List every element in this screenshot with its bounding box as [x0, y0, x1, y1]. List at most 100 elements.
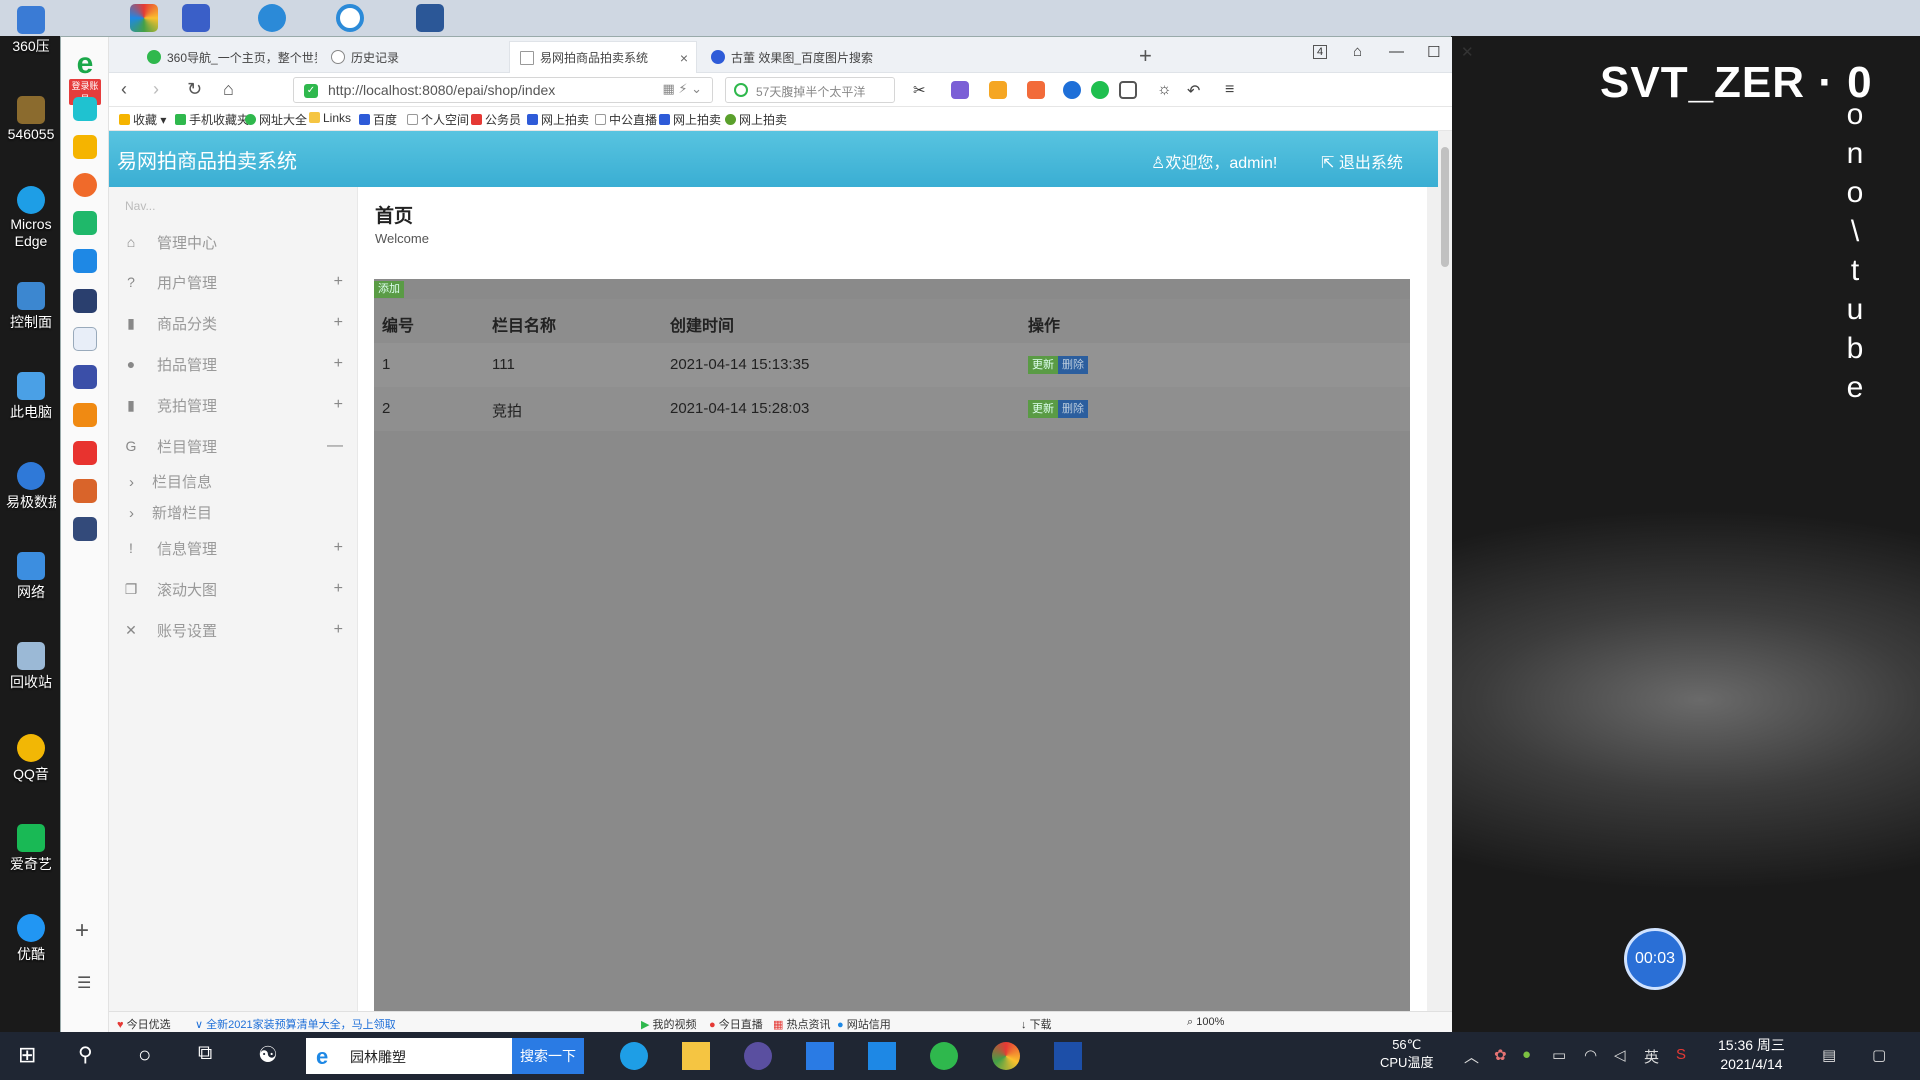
- menu-item-columns[interactable]: G 栏目管理 —: [123, 431, 343, 461]
- app-icon[interactable]: [73, 249, 97, 273]
- translate-icon[interactable]: [951, 81, 969, 99]
- browser-logo[interactable]: e 登录账号: [69, 49, 101, 105]
- menu-item-bids[interactable]: ▮ 竞拍管理 +: [123, 390, 343, 420]
- visio-app-icon[interactable]: [182, 4, 210, 32]
- menu-item-users[interactable]: ? 用户管理 +: [123, 267, 343, 297]
- word-app-icon[interactable]: [416, 4, 444, 32]
- logout-button[interactable]: ⇱ 退出系统: [1321, 149, 1403, 173]
- add-icon[interactable]: +: [75, 917, 89, 945]
- app-brand[interactable]: 易网拍商品拍卖系统: [117, 145, 297, 174]
- fav-item[interactable]: 百度: [359, 111, 397, 128]
- expand-icon[interactable]: +: [334, 396, 343, 414]
- desktop-icon[interactable]: 此电脑: [6, 372, 56, 422]
- tab-history[interactable]: 历史记录: [321, 41, 501, 73]
- wifi-icon[interactable]: ◠: [1584, 1046, 1597, 1064]
- fav-item[interactable]: 网上拍卖: [725, 111, 787, 128]
- brightness-icon[interactable]: ☼: [1157, 81, 1175, 99]
- action-center-icon[interactable]: ▢: [1872, 1046, 1886, 1064]
- app-icon[interactable]: [73, 517, 97, 541]
- desktop-icon[interactable]: QQ音: [6, 734, 56, 784]
- taskbar-search-button[interactable]: 搜索一下: [512, 1038, 584, 1074]
- desktop-icon[interactable]: 爱奇艺: [6, 824, 56, 874]
- cpu-temperature[interactable]: 56℃ CPU温度: [1380, 1036, 1433, 1072]
- fav-item[interactable]: 个人空间: [407, 111, 469, 128]
- shield-icon[interactable]: [989, 81, 1007, 99]
- back-icon[interactable]: ‹: [121, 79, 127, 100]
- status-item[interactable]: ▶ 我的视频: [641, 1016, 697, 1032]
- undo-icon[interactable]: ↶: [1187, 81, 1205, 100]
- expand-icon[interactable]: +: [334, 273, 343, 291]
- menu-item-lots[interactable]: ● 拍品管理 +: [123, 349, 343, 379]
- status-item[interactable]: ♥ 今日优选: [117, 1016, 171, 1032]
- scrollbar-thumb[interactable]: [1441, 147, 1449, 267]
- tray-chevron-icon[interactable]: ︿: [1464, 1046, 1479, 1067]
- magnifier-icon[interactable]: [1063, 81, 1081, 99]
- reload-icon[interactable]: ↻: [187, 79, 202, 100]
- taskbar-search-input[interactable]: e 园林雕塑: [306, 1038, 512, 1074]
- tab-360-nav[interactable]: 360导航_一个主页，整个世界: [137, 41, 317, 73]
- tray-app-icon[interactable]: ●: [1522, 1046, 1531, 1063]
- volume-icon[interactable]: ◁: [1614, 1046, 1626, 1064]
- game-icon[interactable]: [1027, 81, 1045, 99]
- scissors-icon[interactable]: ✂: [913, 81, 931, 99]
- status-ad-link[interactable]: ∨ 全新2021家装预算清单大全，马上领取: [195, 1016, 396, 1032]
- 360-browser-icon[interactable]: [930, 1042, 958, 1070]
- desktop-icon[interactable]: Micros Edge: [6, 186, 56, 250]
- status-item[interactable]: ● 网站信用: [837, 1016, 891, 1032]
- weibo-icon[interactable]: [73, 173, 97, 197]
- zoom-level[interactable]: ⌕ 100%: [1187, 1016, 1224, 1029]
- delete-button[interactable]: 删除: [1058, 400, 1088, 418]
- app-icon[interactable]: [73, 365, 97, 389]
- url-extras-icon[interactable]: ▦ ⚡ ⌄: [662, 81, 702, 97]
- task-view-icon[interactable]: ⧉: [198, 1042, 226, 1070]
- menu-item-account[interactable]: ✕ 账号设置 +: [123, 615, 343, 645]
- maximize-icon[interactable]: ☐: [1427, 43, 1440, 61]
- home-icon[interactable]: ⌂: [223, 79, 234, 100]
- recording-timer[interactable]: 00:03: [1624, 928, 1686, 990]
- chat-icon[interactable]: [1091, 81, 1109, 99]
- store-icon[interactable]: [806, 1042, 834, 1070]
- ime-indicator[interactable]: 英: [1644, 1046, 1659, 1067]
- edge-app-icon[interactable]: [258, 4, 286, 32]
- menu-item-categories[interactable]: ▮ 商品分类 +: [123, 308, 343, 338]
- app-icon[interactable]: [73, 479, 97, 503]
- status-item[interactable]: ▦ 热点资讯: [773, 1016, 830, 1032]
- desktop-icon[interactable]: 546055: [6, 96, 56, 142]
- app-icon[interactable]: [744, 1042, 772, 1070]
- url-input[interactable]: ✓ http://localhost:8080/epai/shop/index …: [293, 77, 713, 103]
- expand-icon[interactable]: +: [334, 355, 343, 373]
- fav-item[interactable]: Links: [309, 111, 351, 125]
- desktop-icon[interactable]: 易极数据: [6, 462, 56, 512]
- expand-icon[interactable]: +: [334, 539, 343, 557]
- file-explorer-icon[interactable]: [682, 1042, 710, 1070]
- tab-auction-system[interactable]: 易网拍商品拍卖系统 ×: [509, 41, 697, 73]
- menu-item-info[interactable]: ! 信息管理 +: [123, 533, 343, 563]
- fav-item[interactable]: 网址大全: [245, 111, 307, 128]
- mail-icon[interactable]: [868, 1042, 896, 1070]
- status-item[interactable]: ● 今日直播: [709, 1016, 763, 1032]
- search-icon[interactable]: ⚲: [78, 1042, 106, 1070]
- app-icon[interactable]: [1054, 1042, 1082, 1070]
- pinwheel-app-icon[interactable]: [130, 4, 158, 32]
- menu-item-banners[interactable]: ❐ 滚动大图 +: [123, 574, 343, 604]
- app-icon[interactable]: [73, 403, 97, 427]
- battery-icon[interactable]: ▭: [1552, 1046, 1566, 1064]
- menu-icon[interactable]: ☰: [77, 973, 91, 993]
- collapse-icon[interactable]: —: [327, 437, 343, 455]
- desktop-icon[interactable]: 优酷: [6, 914, 56, 964]
- nav-search[interactable]: Nav...: [125, 199, 155, 213]
- document-icon[interactable]: [73, 327, 97, 351]
- forward-icon[interactable]: ›: [153, 79, 159, 100]
- star-icon[interactable]: [73, 135, 97, 159]
- start-windows-icon[interactable]: ⊞: [18, 1042, 46, 1070]
- tab-baidu-images[interactable]: 古董 效果图_百度图片搜索: [701, 41, 881, 73]
- menu-icon[interactable]: ≡: [1225, 81, 1243, 99]
- app-icon[interactable]: [73, 441, 97, 465]
- fav-item[interactable]: 手机收藏夹: [175, 111, 249, 128]
- clock[interactable]: 15:36 周三 2021/4/14: [1718, 1036, 1785, 1074]
- tab-count-badge[interactable]: 4: [1313, 45, 1328, 59]
- close-tab-icon[interactable]: ×: [680, 50, 688, 66]
- add-button[interactable]: 添加: [374, 281, 404, 298]
- browser-app-icon[interactable]: [336, 4, 364, 32]
- fav-item[interactable]: 网上拍卖: [659, 111, 721, 128]
